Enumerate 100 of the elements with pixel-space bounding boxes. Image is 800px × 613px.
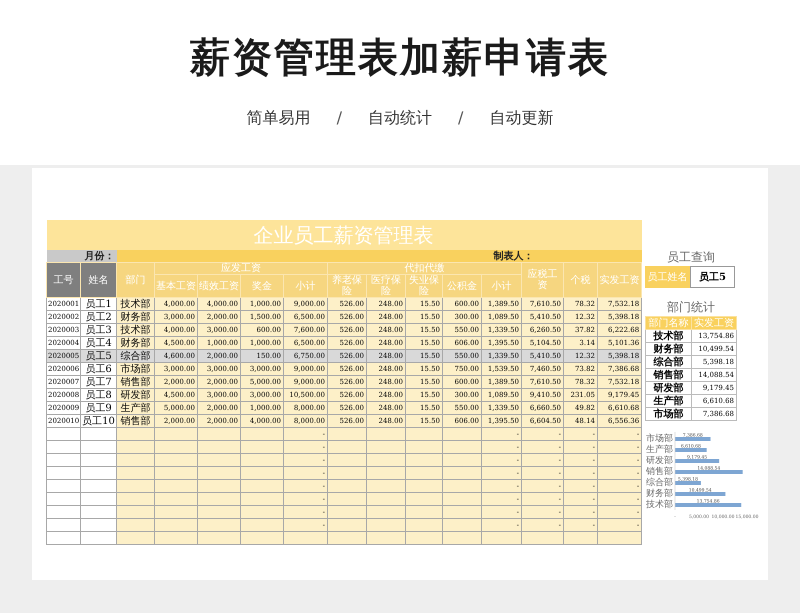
table-cell [366, 506, 406, 518]
table-cell [116, 428, 154, 440]
tagline: 自动更新 [489, 108, 554, 129]
table-cell [116, 492, 154, 506]
table-cell [328, 532, 366, 544]
table-cell [406, 428, 442, 440]
table-cell: 市场部 [646, 408, 691, 420]
table-cell [116, 518, 154, 532]
table-cell [442, 428, 482, 440]
table-cell [198, 440, 240, 454]
table-cell: 生产部 [116, 402, 154, 414]
table-cell [80, 492, 116, 506]
employee-field[interactable]: 员工5 [690, 266, 735, 288]
category-label: 销售部 [646, 467, 673, 477]
table-cell [366, 454, 406, 466]
table-cell [240, 518, 284, 532]
table-cell: 员工9 [80, 402, 116, 414]
table-cell [442, 506, 482, 518]
table-cell [116, 532, 154, 544]
table-cell: 市场部 [116, 362, 154, 376]
table-cell [406, 480, 442, 492]
table-cell [366, 532, 406, 544]
column-header: 基本工资 [154, 274, 198, 298]
bar [675, 448, 707, 452]
table-cell [80, 480, 116, 492]
table-cell [564, 532, 598, 544]
table-cell: 综合部 [116, 350, 154, 362]
table-cell [366, 428, 406, 440]
table-cell [598, 532, 642, 544]
separator: / [458, 108, 464, 129]
table-cell: 销售部 [116, 414, 154, 428]
table-cell [240, 440, 284, 454]
table-cell [406, 492, 442, 506]
table-cell [198, 506, 240, 518]
column-header: 奖金 [240, 274, 284, 298]
column-header: 部门 [116, 262, 154, 298]
column-header: 医疗保险 [366, 274, 406, 298]
table-cell [154, 454, 198, 466]
table-cell [442, 454, 482, 466]
category-label: 财务部 [646, 489, 673, 499]
table-cell: 销售部 [116, 376, 154, 388]
table-cell [154, 480, 198, 492]
bar [675, 503, 742, 507]
table-cell: 财务部 [116, 310, 154, 324]
table-cell [240, 492, 284, 506]
table-cell: 综合部 [646, 356, 691, 368]
table-cell: 员工4 [80, 336, 116, 350]
table-cell [154, 466, 198, 480]
table-cell: 技术部 [646, 330, 691, 342]
table-cell [366, 466, 406, 480]
table-cell: 员工10 [80, 414, 116, 428]
bar [675, 459, 720, 463]
table-cell [198, 480, 240, 492]
table-cell [442, 440, 482, 454]
table-cell: 员工8 [80, 388, 116, 402]
bar [675, 481, 701, 485]
table-cell [442, 518, 482, 532]
table-cell [328, 466, 366, 480]
table-cell: 员工7 [80, 376, 116, 388]
bar [675, 492, 726, 496]
table-cell [406, 466, 442, 480]
bar [675, 470, 743, 474]
column-group-header: 代扣代缴 [328, 262, 522, 274]
table-cell: 技术部 [116, 324, 154, 336]
column-header: 应税工资 [522, 262, 564, 298]
table-cell: 员工5 [80, 350, 116, 362]
table-cell: 技术部 [116, 298, 154, 310]
table-cell: 销售部 [646, 368, 691, 382]
table-cell [154, 440, 198, 454]
category-label: 技术部 [646, 500, 673, 510]
table-cell [328, 518, 366, 532]
table-cell [442, 466, 482, 480]
table-cell: 员工3 [80, 324, 116, 336]
table-cell [406, 506, 442, 518]
table-cell [328, 480, 366, 492]
column-group-header: 应发工资 [154, 262, 328, 274]
table-cell [154, 532, 198, 544]
table-cell [116, 506, 154, 518]
tagline: 简单易用 [246, 108, 311, 129]
column-header: 个税 [564, 262, 598, 298]
table-cell [328, 428, 366, 440]
table-cell [482, 532, 522, 544]
author-label: 制表人： [482, 250, 642, 262]
table-cell [154, 518, 198, 532]
table-cell [366, 492, 406, 506]
section-title: 部门统计 [666, 300, 716, 314]
category-label: 生产部 [646, 445, 673, 455]
table-cell [240, 454, 284, 466]
table-cell [154, 428, 198, 440]
table-cell [328, 440, 366, 454]
table-cell [154, 506, 198, 518]
table-cell [116, 454, 154, 466]
table-cell [522, 532, 564, 544]
table-cell [366, 480, 406, 492]
table-cell [366, 518, 406, 532]
column-header: 小计 [284, 274, 328, 298]
field-label: 员工姓名 [645, 266, 690, 288]
table-cell [406, 440, 442, 454]
bar [675, 437, 711, 441]
table-cell: 研发部 [116, 388, 154, 402]
